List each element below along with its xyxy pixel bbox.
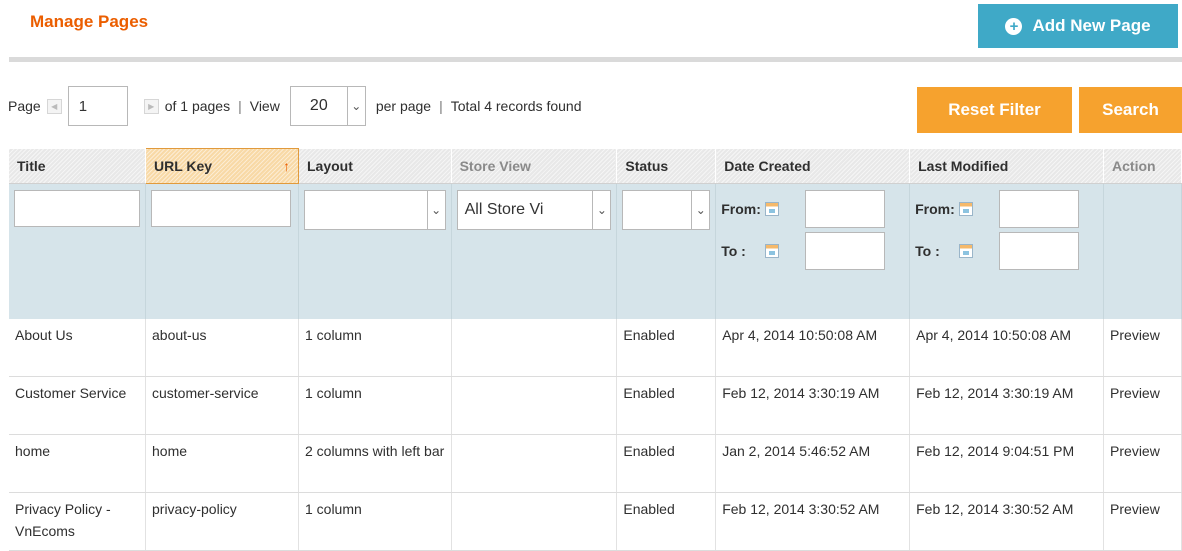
cell-layout: 1 column (298, 492, 452, 551)
search-button[interactable]: Search (1079, 87, 1182, 133)
column-header-status[interactable]: Status (616, 148, 717, 184)
per-page-text: per page (375, 98, 432, 114)
cell-layout: 1 column (298, 376, 452, 435)
cell-title: About Us (9, 318, 146, 377)
reset-filter-button[interactable]: Reset Filter (917, 87, 1072, 133)
column-header-url-key[interactable]: URL Key ↑ (145, 148, 299, 184)
from-label: From: (721, 201, 761, 217)
sort-ascending-icon: ↑ (282, 158, 290, 174)
to-label: To : (721, 243, 746, 259)
cell-last-modified: Feb 12, 2014 3:30:52 AM (909, 492, 1105, 551)
preview-link[interactable]: Preview (1103, 434, 1182, 493)
status-filter-value (623, 191, 691, 229)
cell-title: Privacy Policy - VnEcoms (9, 492, 146, 551)
prev-page-arrow-icon[interactable]: ◀ (46, 98, 62, 114)
page-number-input[interactable] (67, 86, 128, 126)
column-header-url-key-label: URL Key (154, 158, 213, 174)
column-header-title[interactable]: Title (9, 148, 146, 184)
cell-store-view (451, 318, 618, 377)
pager-separator: | (439, 98, 443, 114)
cell-date-created: Jan 2, 2014 5:46:52 AM (715, 434, 911, 493)
cell-url-key: about-us (145, 318, 299, 377)
cell-store-view (451, 376, 618, 435)
last-modified-from: From: (915, 190, 1098, 228)
to-label: To : (915, 243, 940, 259)
cell-layout: 2 columns with left bar (298, 434, 452, 493)
cell-status: Enabled (616, 492, 717, 551)
cell-status: Enabled (616, 318, 717, 377)
table-row[interactable]: home home 2 columns with left bar Enable… (9, 434, 1182, 493)
page-label: Page (8, 98, 41, 114)
cell-layout: 1 column (298, 318, 452, 377)
cell-status: Enabled (616, 376, 717, 435)
cell-title: home (9, 434, 146, 493)
table-row[interactable]: Customer Service customer-service 1 colu… (9, 376, 1182, 435)
view-label: View (249, 98, 280, 114)
calendar-icon[interactable] (765, 202, 780, 216)
header-row: Title URL Key ↑ Layout Store View Status… (9, 148, 1182, 184)
view-per-page-select[interactable]: 20 ⌄ (289, 86, 366, 126)
store-view-filter-select[interactable]: All Store Vi ⌄ (456, 190, 612, 230)
cell-last-modified: Feb 12, 2014 9:04:51 PM (909, 434, 1105, 493)
calendar-icon[interactable] (959, 244, 974, 258)
cell-store-view (451, 492, 618, 551)
pager-bar: Page ◀ ▶ of 1 pages | View 20 ⌄ per page… (8, 86, 582, 126)
date-created-to-input[interactable] (805, 232, 886, 270)
column-header-last-modified[interactable]: Last Modified (909, 148, 1105, 184)
url-key-filter-input[interactable] (151, 190, 291, 227)
last-modified-to-input[interactable] (999, 232, 1080, 270)
add-new-page-button[interactable]: + Add New Page (978, 4, 1178, 48)
preview-link[interactable]: Preview (1103, 318, 1182, 377)
last-modified-from-input[interactable] (999, 190, 1080, 228)
layout-filter-select[interactable]: ⌄ (303, 190, 446, 230)
action-filter-cell (1103, 183, 1182, 319)
date-created-to: To : (721, 232, 904, 270)
cell-last-modified: Apr 4, 2014 10:50:08 AM (909, 318, 1105, 377)
of-pages-text: of 1 pages (164, 98, 231, 114)
preview-link[interactable]: Preview (1103, 376, 1182, 435)
column-header-date-created[interactable]: Date Created (715, 148, 911, 184)
date-created-from-input[interactable] (805, 190, 886, 228)
last-modified-to: To : (915, 232, 1098, 270)
column-header-store-view: Store View (451, 148, 618, 184)
page-title: Manage Pages (30, 12, 149, 31)
column-header-action: Action (1103, 148, 1182, 184)
chevron-down-icon: ⌄ (426, 191, 445, 229)
cell-url-key: customer-service (145, 376, 299, 435)
cell-date-created: Feb 12, 2014 3:30:19 AM (715, 376, 911, 435)
plus-circle-icon: + (1005, 17, 1023, 35)
cell-status: Enabled (616, 434, 717, 493)
add-new-page-label: Add New Page (1032, 16, 1151, 35)
title-filter-input[interactable] (14, 190, 140, 227)
chevron-down-icon: ⌄ (691, 191, 709, 229)
records-found-text: Total 4 records found (450, 98, 582, 114)
from-label: From: (915, 201, 955, 217)
next-page-arrow-icon[interactable]: ▶ (143, 98, 159, 114)
header-divider (9, 57, 1182, 62)
column-header-layout[interactable]: Layout (298, 148, 452, 184)
cell-date-created: Apr 4, 2014 10:50:08 AM (715, 318, 911, 377)
filter-row: ⌄ All Store Vi ⌄ ⌄ From: To: From: To: (9, 183, 1182, 319)
chevron-down-icon: ⌄ (346, 87, 365, 125)
table-row[interactable]: Privacy Policy - VnEcoms privacy-policy … (9, 492, 1182, 551)
cell-url-key: home (145, 434, 299, 493)
pages-grid: Title URL Key ↑ Layout Store View Status… (9, 148, 1182, 551)
calendar-icon[interactable] (959, 202, 974, 216)
cell-last-modified: Feb 12, 2014 3:30:19 AM (909, 376, 1105, 435)
pager-separator: | (238, 98, 242, 114)
date-created-from: From: (721, 190, 904, 228)
cell-store-view (451, 434, 618, 493)
table-row[interactable]: About Us about-us 1 column Enabled Apr 4… (9, 318, 1182, 377)
view-value: 20 (309, 97, 328, 114)
preview-link[interactable]: Preview (1103, 492, 1182, 551)
cell-url-key: privacy-policy (145, 492, 299, 551)
status-filter-select[interactable]: ⌄ (622, 190, 711, 230)
chevron-down-icon: ⌄ (592, 191, 610, 229)
store-view-filter-value: All Store Vi (464, 201, 544, 218)
calendar-icon[interactable] (765, 244, 780, 258)
cell-title: Customer Service (9, 376, 146, 435)
layout-filter-value (305, 191, 427, 229)
cell-date-created: Feb 12, 2014 3:30:52 AM (715, 492, 911, 551)
